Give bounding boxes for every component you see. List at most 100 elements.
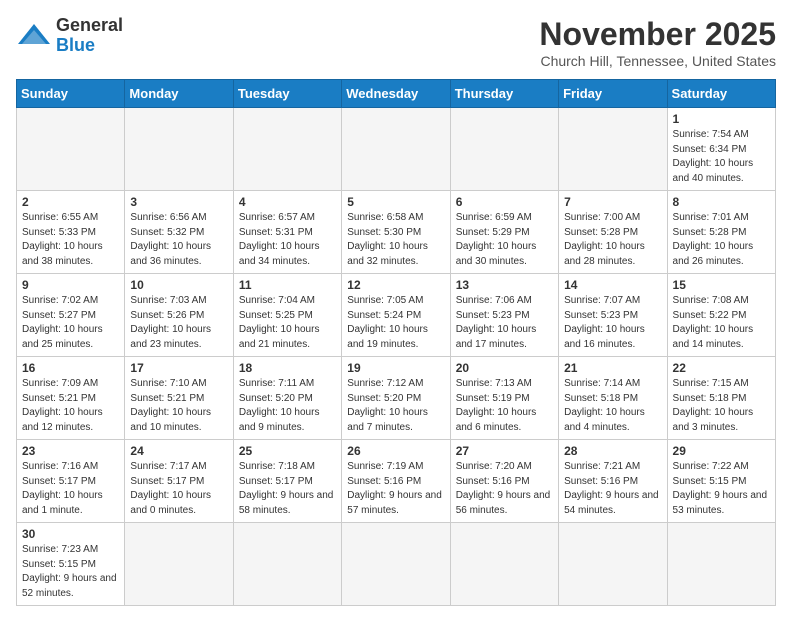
- calendar-day-cell: [233, 523, 341, 606]
- day-number: 9: [22, 278, 119, 292]
- day-info: Sunrise: 7:06 AM Sunset: 5:23 PM Dayligh…: [456, 294, 553, 352]
- calendar-day-cell: [342, 523, 450, 606]
- calendar-day-cell: 17 Sunrise: 7:10 AM Sunset: 5:21 PM Dayli…: [125, 357, 233, 440]
- weekday-header-sunday: Sunday: [17, 80, 125, 108]
- day-number: 26: [347, 444, 444, 458]
- day-info: Sunrise: 6:59 AM Sunset: 5:29 PM Dayligh…: [456, 211, 553, 269]
- day-number: 27: [456, 444, 553, 458]
- location: Church Hill, Tennessee, United States: [539, 53, 776, 69]
- day-number: 13: [456, 278, 553, 292]
- day-number: 10: [130, 278, 227, 292]
- calendar-day-cell: 8 Sunrise: 7:01 AM Sunset: 5:28 PM Daylig…: [667, 191, 775, 274]
- weekday-header-monday: Monday: [125, 80, 233, 108]
- day-info: Sunrise: 7:21 AM Sunset: 5:16 PM Dayligh…: [564, 460, 661, 518]
- calendar-day-cell: [450, 523, 558, 606]
- calendar-day-cell: 27 Sunrise: 7:20 AM Sunset: 5:16 PM Dayli…: [450, 440, 558, 523]
- day-number: 12: [347, 278, 444, 292]
- calendar-day-cell: 10 Sunrise: 7:03 AM Sunset: 5:26 PM Dayli…: [125, 274, 233, 357]
- day-number: 30: [22, 527, 119, 541]
- calendar-day-cell: 28 Sunrise: 7:21 AM Sunset: 5:16 PM Dayli…: [559, 440, 667, 523]
- calendar-day-cell: 1 Sunrise: 7:54 AM Sunset: 6:34 PM Daylig…: [667, 108, 775, 191]
- calendar-week-row: 9 Sunrise: 7:02 AM Sunset: 5:27 PM Daylig…: [17, 274, 776, 357]
- day-info: Sunrise: 6:56 AM Sunset: 5:32 PM Dayligh…: [130, 211, 227, 269]
- day-info: Sunrise: 7:12 AM Sunset: 5:20 PM Dayligh…: [347, 377, 444, 435]
- calendar-day-cell: 23 Sunrise: 7:16 AM Sunset: 5:17 PM Dayli…: [17, 440, 125, 523]
- day-info: Sunrise: 6:55 AM Sunset: 5:33 PM Dayligh…: [22, 211, 119, 269]
- weekday-header-row: SundayMondayTuesdayWednesdayThursdayFrid…: [17, 80, 776, 108]
- calendar-day-cell: 24Sunrise: 7:17 AM Sunset: 5:17 PM Dayli…: [125, 440, 233, 523]
- day-number: 24: [130, 444, 227, 458]
- day-info: Sunrise: 7:16 AM Sunset: 5:17 PM Dayligh…: [22, 460, 119, 518]
- logo: GeneralBlue: [16, 16, 123, 56]
- day-info: Sunrise: 7:10 AM Sunset: 5:21 PM Dayligh…: [130, 377, 227, 435]
- day-number: 1: [673, 112, 770, 126]
- day-info: Sunrise: 7:02 AM Sunset: 5:27 PM Dayligh…: [22, 294, 119, 352]
- calendar-day-cell: 7 Sunrise: 7:00 AM Sunset: 5:28 PM Daylig…: [559, 191, 667, 274]
- day-info: Sunrise: 7:11 AM Sunset: 5:20 PM Dayligh…: [239, 377, 336, 435]
- day-info: Sunrise: 7:04 AM Sunset: 5:25 PM Dayligh…: [239, 294, 336, 352]
- calendar-day-cell: 6 Sunrise: 6:59 AM Sunset: 5:29 PM Daylig…: [450, 191, 558, 274]
- weekday-header-wednesday: Wednesday: [342, 80, 450, 108]
- calendar-day-cell: 18Sunrise: 7:11 AM Sunset: 5:20 PM Dayli…: [233, 357, 341, 440]
- day-number: 20: [456, 361, 553, 375]
- weekday-header-thursday: Thursday: [450, 80, 558, 108]
- calendar-day-cell: 22 Sunrise: 7:15 AM Sunset: 5:18 PM Dayli…: [667, 357, 775, 440]
- day-info: Sunrise: 7:05 AM Sunset: 5:24 PM Dayligh…: [347, 294, 444, 352]
- day-number: 7: [564, 195, 661, 209]
- calendar-day-cell: 26Sunrise: 7:19 AM Sunset: 5:16 PM Dayli…: [342, 440, 450, 523]
- calendar-day-cell: 19 Sunrise: 7:12 AM Sunset: 5:20 PM Dayli…: [342, 357, 450, 440]
- weekday-header-saturday: Saturday: [667, 80, 775, 108]
- calendar-week-row: 30Sunrise: 7:23 AM Sunset: 5:15 PM Dayli…: [17, 523, 776, 606]
- calendar-day-cell: [667, 523, 775, 606]
- day-info: Sunrise: 7:07 AM Sunset: 5:23 PM Dayligh…: [564, 294, 661, 352]
- calendar-day-cell: 16Sunrise: 7:09 AM Sunset: 5:21 PM Dayli…: [17, 357, 125, 440]
- day-info: Sunrise: 7:00 AM Sunset: 5:28 PM Dayligh…: [564, 211, 661, 269]
- calendar-day-cell: [125, 108, 233, 191]
- page-header: GeneralBlue November 2025 Church Hill, T…: [16, 16, 776, 69]
- day-number: 17: [130, 361, 227, 375]
- day-number: 22: [673, 361, 770, 375]
- day-info: Sunrise: 7:20 AM Sunset: 5:16 PM Dayligh…: [456, 460, 553, 518]
- day-info: Sunrise: 7:08 AM Sunset: 5:22 PM Dayligh…: [673, 294, 770, 352]
- weekday-header-friday: Friday: [559, 80, 667, 108]
- calendar-day-cell: 25Sunrise: 7:18 AM Sunset: 5:17 PM Dayli…: [233, 440, 341, 523]
- calendar-week-row: 16Sunrise: 7:09 AM Sunset: 5:21 PM Dayli…: [17, 357, 776, 440]
- day-number: 29: [673, 444, 770, 458]
- day-info: Sunrise: 7:01 AM Sunset: 5:28 PM Dayligh…: [673, 211, 770, 269]
- day-info: Sunrise: 7:14 AM Sunset: 5:18 PM Dayligh…: [564, 377, 661, 435]
- day-info: Sunrise: 6:57 AM Sunset: 5:31 PM Dayligh…: [239, 211, 336, 269]
- day-number: 16: [22, 361, 119, 375]
- calendar-day-cell: [559, 108, 667, 191]
- day-info: Sunrise: 7:54 AM Sunset: 6:34 PM Dayligh…: [673, 128, 770, 186]
- calendar-day-cell: 11Sunrise: 7:04 AM Sunset: 5:25 PM Dayli…: [233, 274, 341, 357]
- calendar-day-cell: [342, 108, 450, 191]
- calendar-day-cell: 21 Sunrise: 7:14 AM Sunset: 5:18 PM Dayli…: [559, 357, 667, 440]
- day-number: 21: [564, 361, 661, 375]
- logo-icon: [16, 22, 52, 50]
- calendar-day-cell: [233, 108, 341, 191]
- day-number: 8: [673, 195, 770, 209]
- calendar-day-cell: 14Sunrise: 7:07 AM Sunset: 5:23 PM Dayli…: [559, 274, 667, 357]
- calendar-day-cell: [559, 523, 667, 606]
- day-info: Sunrise: 6:58 AM Sunset: 5:30 PM Dayligh…: [347, 211, 444, 269]
- day-number: 25: [239, 444, 336, 458]
- day-number: 28: [564, 444, 661, 458]
- day-info: Sunrise: 7:13 AM Sunset: 5:19 PM Dayligh…: [456, 377, 553, 435]
- day-number: 6: [456, 195, 553, 209]
- calendar-day-cell: 30Sunrise: 7:23 AM Sunset: 5:15 PM Dayli…: [17, 523, 125, 606]
- calendar-day-cell: 20 Sunrise: 7:13 AM Sunset: 5:19 PM Dayli…: [450, 357, 558, 440]
- day-info: Sunrise: 7:22 AM Sunset: 5:15 PM Dayligh…: [673, 460, 770, 518]
- month-title: November 2025: [539, 16, 776, 53]
- calendar-day-cell: 2 Sunrise: 6:55 AM Sunset: 5:33 PM Daylig…: [17, 191, 125, 274]
- day-number: 19: [347, 361, 444, 375]
- day-info: Sunrise: 7:03 AM Sunset: 5:26 PM Dayligh…: [130, 294, 227, 352]
- day-number: 4: [239, 195, 336, 209]
- day-number: 23: [22, 444, 119, 458]
- day-number: 2: [22, 195, 119, 209]
- day-info: Sunrise: 7:15 AM Sunset: 5:18 PM Dayligh…: [673, 377, 770, 435]
- calendar-day-cell: [17, 108, 125, 191]
- calendar-day-cell: 12 Sunrise: 7:05 AM Sunset: 5:24 PM Dayli…: [342, 274, 450, 357]
- title-block: November 2025 Church Hill, Tennessee, Un…: [539, 16, 776, 69]
- calendar-day-cell: 5Sunrise: 6:58 AM Sunset: 5:30 PM Daylig…: [342, 191, 450, 274]
- calendar-day-cell: 15Sunrise: 7:08 AM Sunset: 5:22 PM Dayli…: [667, 274, 775, 357]
